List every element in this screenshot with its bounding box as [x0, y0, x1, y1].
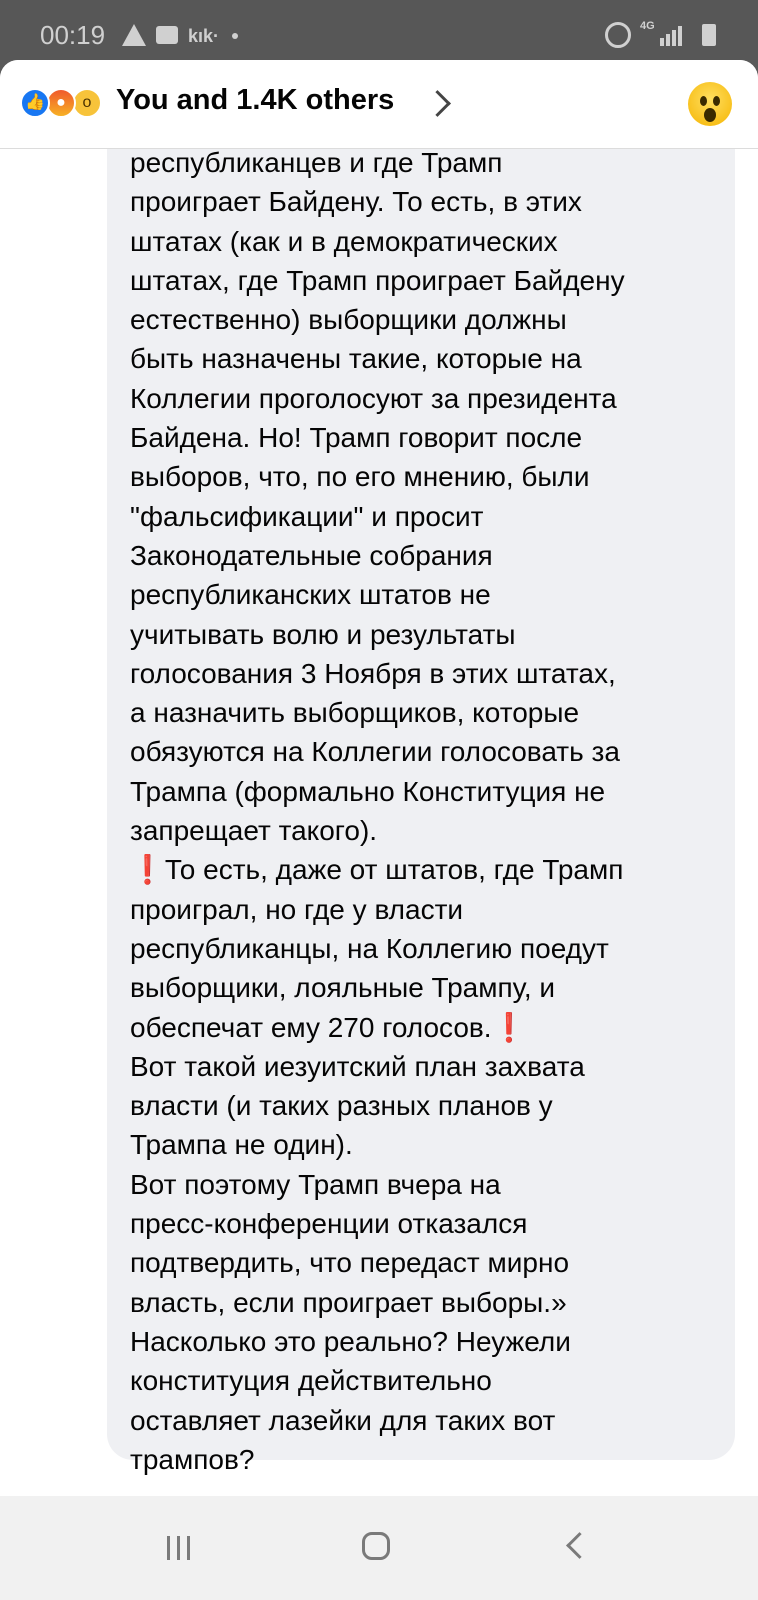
comment-line: обеспечат ему 270 голосов.❗	[130, 1011, 527, 1043]
reaction-icons: 👍 ● o	[20, 88, 110, 118]
comment-line: штатах, где Трамп проиграет Байдену	[130, 264, 625, 296]
comment-line: выборов, что, по его мнению, были	[130, 461, 590, 493]
reaction-summary[interactable]: You and 1.4K others	[116, 84, 394, 117]
warning-icon	[122, 24, 146, 46]
recents-icon[interactable]	[167, 1536, 195, 1562]
comment-line: оставляет лазейки для таких вот	[130, 1404, 556, 1436]
back-icon[interactable]	[566, 1532, 593, 1559]
battery-icon	[702, 24, 716, 46]
exclamation-icon: ❗	[130, 854, 165, 886]
comment-line: конституция действительно	[130, 1365, 492, 1397]
chevron-right-icon[interactable]	[424, 90, 451, 117]
alarm-icon	[605, 22, 631, 48]
comment-line: Законодательные собрания	[130, 539, 493, 571]
comment-line: власть, если проиграет выборы.»	[130, 1286, 567, 1318]
comment-line: республиканских штатов не	[130, 579, 491, 611]
comment-line: быть назначены такие, которые на	[130, 343, 582, 375]
like-icon: 👍	[20, 88, 50, 118]
comment-line: пресс-конференции отказался	[130, 1208, 528, 1240]
comment-line: выборщики, лояльные Трампу, и	[130, 972, 556, 1004]
comment-line: штатах (как и в демократических	[130, 225, 558, 257]
angry-icon: ●	[46, 88, 76, 118]
selected-wow-reaction-icon[interactable]	[688, 82, 732, 126]
comment-line: учитывать волю и результаты	[130, 618, 516, 650]
comment-line: подтвердить, что передаст мирно	[130, 1247, 570, 1279]
reactions-sheet: республиканцев и где Трамп проиграет Байд…	[0, 60, 758, 1496]
comment-line: обязуются на Коллегии голосовать за	[130, 736, 620, 768]
status-time: 00:19	[40, 20, 106, 50]
navigation-bar	[0, 1496, 758, 1600]
comment-line: проиграл, но где у власти	[130, 893, 464, 925]
kik-icon: kık·	[188, 26, 220, 46]
wow-icon: o	[72, 88, 102, 118]
comment-line: запрещает такого).	[130, 815, 378, 847]
reactions-header[interactable]: 👍 ● o You and 1.4K others	[0, 60, 758, 149]
home-icon[interactable]	[362, 1532, 390, 1560]
comment-line: Байдена. Но! Трамп говорит после	[130, 422, 583, 454]
comment-line: Вот поэтому Трамп вчера на	[130, 1168, 501, 1200]
comment-line: трампов?	[130, 1443, 255, 1475]
chat-icon	[156, 26, 178, 44]
status-bar: 00:19 kık· 4G	[0, 0, 758, 60]
comment-line: естественно) выборщики должны	[130, 304, 567, 336]
network-label: 4G	[640, 20, 655, 32]
comment-line: республиканцы, на Коллегию поедут	[130, 932, 609, 964]
comment-line: Трампа (формально Конституция не	[130, 775, 606, 807]
comment-line: голосования 3 Ноября в этих штатах,	[130, 657, 616, 689]
signal-icon	[660, 24, 684, 46]
comment-line: Насколько это реально? Неужели	[130, 1325, 571, 1357]
comment-line: ❗То есть, даже от штатов, где Трамп	[130, 854, 624, 886]
comment-line: Трампа не один).	[130, 1129, 353, 1161]
comment-text: республиканцев и где Трамп проиграет Байд…	[130, 143, 720, 1479]
comment-line: Вот такой иезуитский план захвата	[130, 1050, 585, 1082]
notification-dot-icon	[232, 33, 238, 39]
comment-line: власти (и таких разных планов у	[130, 1090, 553, 1122]
comment-line: проиграет Байдену. То есть, в этих	[130, 186, 582, 218]
comment-line: а назначить выборщиков, которые	[130, 697, 580, 729]
comment-line: Коллегии проголосуют за президента	[130, 382, 617, 414]
exclamation-icon: ❗	[491, 1011, 527, 1043]
comment-line: "фальсификации" и просит	[130, 500, 484, 532]
